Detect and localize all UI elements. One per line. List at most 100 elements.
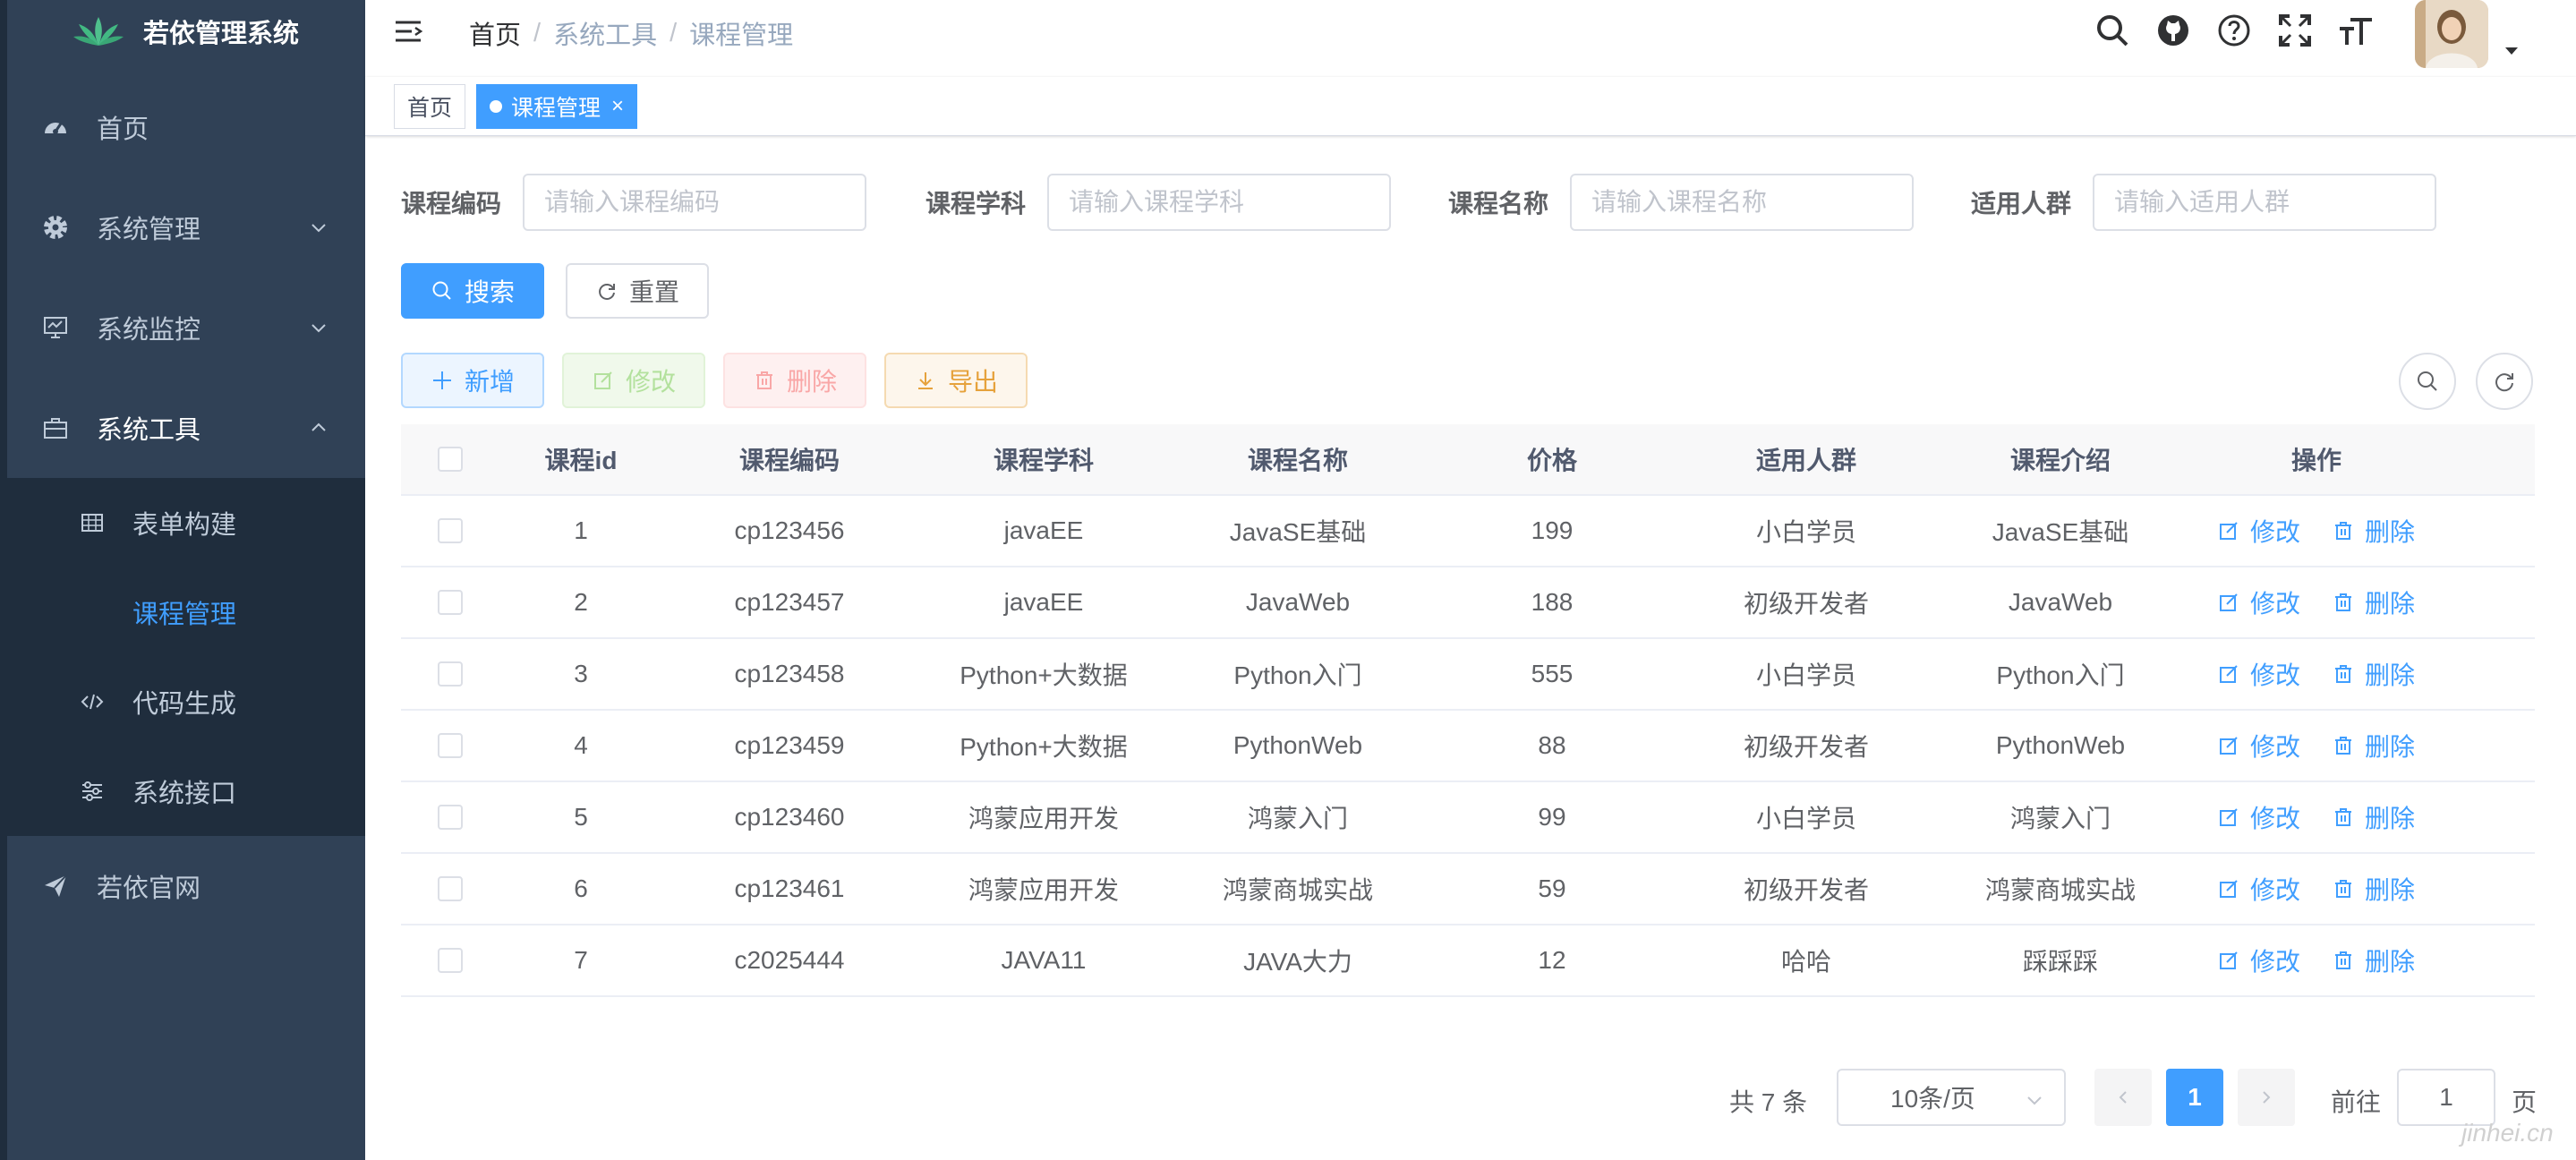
row-checkbox[interactable] — [438, 661, 463, 687]
page-size-select[interactable]: 10条/页 — [1837, 1069, 2066, 1126]
row-edit-button[interactable]: 修改 — [2218, 728, 2300, 763]
help-icon[interactable] — [2214, 11, 2254, 50]
tag-home[interactable]: 首页 — [394, 84, 466, 129]
row-checkbox[interactable] — [438, 805, 463, 830]
sidebar-item-course-management[interactable]: 课程管理 — [7, 567, 365, 657]
delete-button[interactable]: 删除 — [723, 353, 866, 408]
audience-input[interactable] — [2093, 174, 2436, 231]
select-all-checkbox[interactable] — [438, 447, 463, 472]
row-actions: 修改 删除 — [2188, 942, 2445, 978]
search-button[interactable]: 搜索 — [401, 263, 544, 319]
table-row: 6 cp123461 鸿蒙应用开发 鸿蒙商城实战 59 初级开发者 鸿蒙商城实战 修改 删除 — [401, 854, 2535, 925]
system-tools-submenu: 表单构建 课程管理 代码生成 系统接口 — [7, 478, 365, 836]
font-size-icon[interactable] — [2336, 11, 2376, 50]
table-cell: javaEE — [1003, 516, 1084, 544]
add-button-label: 新增 — [464, 368, 515, 396]
fullscreen-icon[interactable] — [2275, 11, 2315, 50]
course-code-input[interactable] — [523, 174, 866, 231]
watermark: jinhei.cn — [2461, 1119, 2554, 1147]
table-cell: 7 — [574, 946, 588, 974]
row-delete-button[interactable]: 删除 — [2333, 584, 2415, 620]
trash-icon — [2333, 950, 2354, 971]
table-cell: Python入门 — [1996, 661, 2125, 689]
sidebar-item-system-tools[interactable]: 系统工具 — [7, 378, 365, 478]
sidebar-item-code-generation[interactable]: 代码生成 — [7, 657, 365, 746]
active-dot-icon — [490, 100, 502, 113]
next-page-button[interactable] — [2238, 1069, 2295, 1126]
sidebar-item-system-api[interactable]: 系统接口 — [7, 746, 365, 836]
row-edit-button[interactable]: 修改 — [2218, 871, 2300, 907]
row-checkbox[interactable] — [438, 876, 463, 901]
caret-down-icon[interactable] — [2503, 45, 2521, 57]
hamburger-icon[interactable] — [394, 16, 426, 48]
sidebar-item-home[interactable]: 首页 — [7, 77, 365, 177]
breadcrumb-level1: 系统工具 — [553, 21, 658, 50]
row-checkbox[interactable] — [438, 590, 463, 615]
sidebar-item-form-builder[interactable]: 表单构建 — [7, 478, 365, 567]
row-select-cell — [401, 518, 499, 543]
column-header: 适用人群 — [1755, 447, 1856, 474]
avatar[interactable] — [2415, 0, 2488, 68]
breadcrumb-home[interactable]: 首页 — [469, 14, 521, 52]
table-cell: JAVA大力 — [1243, 948, 1352, 976]
export-button[interactable]: 导出 — [884, 353, 1028, 408]
dashboard-icon — [41, 113, 70, 141]
sidebar-item-label: 代码生成 — [132, 690, 237, 719]
row-delete-button[interactable]: 删除 — [2333, 656, 2415, 692]
sidebar-item-system-management[interactable]: 系统管理 — [7, 177, 365, 277]
table-cell: JavaWeb — [1245, 588, 1351, 616]
table-cell: 鸿蒙商城实战 — [1984, 876, 2136, 904]
row-edit-label: 修改 — [2249, 590, 2300, 618]
course-name-input[interactable] — [1570, 174, 1914, 231]
table-cell: PythonWeb — [1233, 731, 1363, 759]
search-icon — [2418, 371, 2437, 391]
close-icon[interactable]: × — [611, 94, 624, 119]
search-icon[interactable] — [2093, 11, 2132, 50]
export-button-label: 导出 — [947, 368, 998, 396]
row-delete-label: 删除 — [2365, 876, 2416, 904]
tag-course-management[interactable]: 课程管理 × — [476, 84, 638, 129]
row-delete-button[interactable]: 删除 — [2333, 942, 2415, 978]
reset-button[interactable]: 重置 — [566, 263, 709, 319]
sidebar-item-system-monitor[interactable]: 系统监控 — [7, 277, 365, 378]
row-checkbox[interactable] — [438, 948, 463, 973]
row-edit-button[interactable]: 修改 — [2218, 656, 2300, 692]
add-button[interactable]: 新增 — [401, 353, 544, 408]
edit-button[interactable]: 修改 — [562, 353, 705, 408]
page-number-button[interactable]: 1 — [2166, 1069, 2223, 1126]
refresh-icon — [595, 279, 618, 303]
table-cell: 初级开发者 — [1743, 733, 1869, 761]
row-checkbox[interactable] — [438, 518, 463, 543]
row-edit-button[interactable]: 修改 — [2218, 799, 2300, 835]
pagination-total: 共 7 条 — [1729, 1088, 1808, 1116]
row-delete-button[interactable]: 删除 — [2333, 728, 2415, 763]
refresh-table-button[interactable] — [2476, 353, 2533, 410]
sidebar-item-label: 表单构建 — [132, 511, 237, 540]
row-edit-label: 修改 — [2249, 805, 2300, 832]
sidebar-logo[interactable]: 若依管理系统 — [7, 0, 365, 63]
row-delete-button[interactable]: 删除 — [2333, 513, 2415, 549]
row-delete-label: 删除 — [2365, 590, 2416, 618]
course-subject-input[interactable] — [1047, 174, 1391, 231]
row-delete-button[interactable]: 删除 — [2333, 799, 2415, 835]
github-icon[interactable] — [2154, 11, 2193, 50]
prev-page-button[interactable] — [2094, 1069, 2152, 1126]
row-delete-button[interactable]: 删除 — [2333, 871, 2415, 907]
column-header: 课程名称 — [1247, 447, 1348, 474]
table-cell: 1 — [574, 516, 588, 544]
sidebar-item-label: 课程管理 — [132, 601, 237, 629]
edit-icon — [592, 369, 615, 392]
sidebar-item-ruoyi-site[interactable]: 若依官网 — [7, 836, 365, 936]
row-edit-button[interactable]: 修改 — [2218, 942, 2300, 978]
row-edit-button[interactable]: 修改 — [2218, 513, 2300, 549]
row-checkbox[interactable] — [438, 733, 463, 758]
sidebar: 若依管理系统 首页 系统管理 系统监控 系统工具 表单构建 课程管理 代码生成 … — [0, 0, 365, 1160]
gear-icon — [41, 213, 70, 242]
toggle-search-button[interactable] — [2399, 353, 2456, 410]
edit-button-label: 修改 — [625, 368, 676, 396]
goto-page-input[interactable] — [2397, 1069, 2495, 1126]
row-select-cell — [401, 948, 499, 973]
row-edit-button[interactable]: 修改 — [2218, 584, 2300, 620]
table-cell: JavaSE基础 — [1992, 518, 2129, 546]
column-header: 课程编码 — [738, 447, 840, 474]
